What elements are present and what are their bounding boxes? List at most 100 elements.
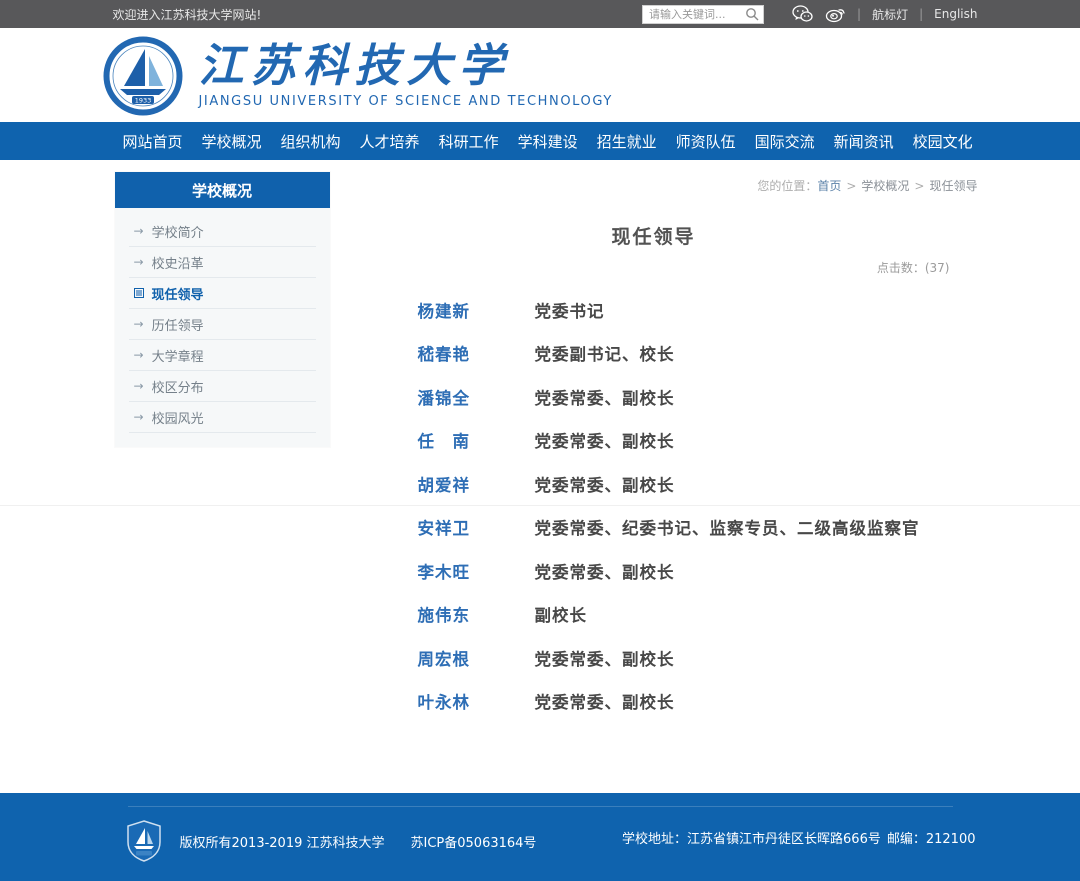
search-input[interactable]	[649, 8, 745, 21]
icp-number: 苏ICP备05063164号	[411, 836, 537, 851]
school-address: 学校地址：江苏省镇江市丹徒区长晖路666号	[622, 832, 881, 847]
leader-role: 党委常委、副校长	[535, 559, 675, 583]
university-name-cn: 江苏科技大学	[199, 41, 613, 91]
leader-role: 党委常委、副校长	[535, 689, 675, 713]
nav-item[interactable]: 学校概况	[202, 131, 262, 152]
welcome-text: 欢迎进入江苏科技大学网站!	[103, 6, 262, 23]
breadcrumb-prefix: 您的位置：	[757, 179, 817, 193]
arrow-icon: →	[134, 224, 144, 238]
weibo-icon[interactable]	[824, 3, 846, 25]
leader-role: 副校长	[535, 602, 588, 626]
sidebar-item-label: 历任领导	[152, 315, 204, 334]
university-name-en: JIANGSU UNIVERSITY OF SCIENCE AND TECHNO…	[199, 94, 613, 109]
nav-item[interactable]: 组织机构	[281, 131, 341, 152]
nav-item[interactable]: 人才培养	[360, 131, 420, 152]
sidebar-header: 学校概况	[115, 172, 330, 208]
page-title: 现任领导	[330, 222, 978, 249]
arrow-icon: →	[134, 410, 144, 424]
main-column: 您的位置：首页>学校概况>现任领导 现任领导 点击数：(37) 杨建新党委书记嵇…	[330, 160, 978, 723]
copyright: 版权所有2013-2019 江苏科技大学	[180, 836, 385, 851]
sidebar-item-4[interactable]: →大学章程	[129, 340, 316, 371]
leader-role: 党委副书记、校长	[535, 341, 675, 365]
sidebar-item-6[interactable]: → 校园风光	[129, 402, 316, 433]
leader-row: 胡爱祥党委常委、副校长	[330, 462, 978, 506]
nav-item[interactable]: 师资队伍	[676, 131, 736, 152]
arrow-icon: →	[134, 255, 144, 269]
main-nav: 网站首页学校概况组织机构人才培养科研工作学科建设招生就业师资队伍国际交流新闻资讯…	[103, 122, 978, 160]
main-nav-bar: 网站首页学校概况组织机构人才培养科研工作学科建设招生就业师资队伍国际交流新闻资讯…	[0, 122, 1080, 160]
leader-role: 党委常委、副校长	[535, 646, 675, 670]
leader-name[interactable]: 周宏根	[418, 646, 535, 670]
copyright-text: 版权所有2013-2019 江苏科技大学 苏ICP备05063164号	[180, 832, 563, 851]
search-icon[interactable]	[745, 7, 759, 21]
institution-badge-icon	[126, 820, 162, 862]
leader-row: 杨建新党委书记	[330, 288, 978, 332]
nav-item[interactable]: 学科建设	[518, 131, 578, 152]
sidebar-item-1[interactable]: → 校史沿革	[129, 247, 316, 278]
leader-name[interactable]: 叶永林	[418, 689, 535, 713]
breadcrumb: 您的位置：首页 > 学校概况 > 现任领导	[330, 160, 978, 194]
leader-name[interactable]: 安祥卫	[418, 515, 535, 539]
leader-role: 党委常委、副校长	[535, 428, 675, 452]
hit-counter: 点击数：(37)	[330, 259, 978, 276]
leader-row: 叶永林党委常委、副校长	[330, 680, 978, 724]
nav-item[interactable]: 校园文化	[913, 131, 973, 152]
sidebar-item-label: 校史沿革	[152, 253, 204, 272]
sidebar-item-label: 大学章程	[152, 346, 204, 365]
leader-name[interactable]: 李木旺	[418, 559, 535, 583]
breadcrumb-separator: >	[914, 179, 924, 193]
hit-counter-label: 点击数：	[877, 261, 925, 275]
breadcrumb-link-2[interactable]: 现任领导	[929, 179, 977, 193]
nav-item[interactable]: 国际交流	[755, 131, 815, 152]
leader-name[interactable]: 施伟东	[418, 602, 535, 626]
sidebar-item-label: 学校简介	[152, 222, 204, 241]
footer-address: 学校地址：江苏省镇江市丹徒区长晖路666号邮编：212100	[616, 828, 977, 847]
footer: 版权所有2013-2019 江苏科技大学 苏ICP备05063164号 学校地址：…	[0, 793, 1080, 881]
sidebar-item-label: 校区分布	[152, 377, 204, 396]
leader-name[interactable]: 胡爱祥	[418, 472, 535, 496]
leader-role: 党委常委、纪委书记、监察专员、二级高级监察官	[535, 515, 920, 539]
leader-role: 党委常委、副校长	[535, 385, 675, 409]
beacon-light-link[interactable]: 航标灯	[872, 6, 908, 23]
arrow-icon: →	[134, 317, 144, 331]
breadcrumb-link-0[interactable]: 首页	[817, 179, 841, 193]
logo-text-block: 江苏科技大学 JIANGSU UNIVERSITY OF SCIENCE AND…	[199, 41, 613, 109]
nav-item[interactable]: 网站首页	[123, 131, 183, 152]
leader-name[interactable]: 嵇春艳	[418, 341, 535, 365]
topbar-divider: |	[857, 7, 861, 21]
leader-role: 党委书记	[535, 298, 605, 322]
sidebar-item-label: 校园风光	[152, 408, 204, 427]
footer-left: 版权所有2013-2019 江苏科技大学 苏ICP备05063164号	[103, 820, 563, 862]
leader-row: 李木旺党委常委、副校长	[330, 549, 978, 593]
leader-row: 任 南党委常委、副校长	[330, 419, 978, 463]
topbar-right: | 航标灯 | English	[642, 3, 977, 25]
arrow-icon: →	[134, 379, 144, 393]
leader-row: 潘锦全党委常委、副校长	[330, 375, 978, 419]
leader-name[interactable]: 任 南	[418, 428, 535, 452]
wechat-icon[interactable]	[791, 3, 813, 25]
sidebar-item-0[interactable]: → 学校简介	[129, 216, 316, 247]
content-area: 学校概况 →学校简介→校史沿革现任领导→历任领导→大学章程→校区分布→校园风光 …	[0, 160, 1080, 793]
leader-row: 施伟东副校长	[330, 593, 978, 637]
search-box	[642, 5, 764, 24]
leader-row: 安祥卫党委常委、纪委书记、监察专员、二级高级监察官	[330, 506, 978, 550]
seal-year: 1933	[134, 97, 151, 105]
sidebar-item-label: 现任领导	[152, 284, 204, 303]
university-seal-icon: 1933	[103, 36, 183, 116]
nav-item[interactable]: 科研工作	[439, 131, 499, 152]
hit-counter-value: (37)	[925, 261, 950, 275]
footer-divider	[128, 806, 953, 807]
nav-item[interactable]: 新闻资讯	[834, 131, 894, 152]
sidebar-item-2[interactable]: 现任领导	[129, 278, 316, 309]
sidebar-item-3[interactable]: → 历任领导	[129, 309, 316, 340]
breadcrumb-separator: >	[846, 179, 856, 193]
nav-item[interactable]: 招生就业	[597, 131, 657, 152]
leader-row: 嵇春艳党委副书记、校长	[330, 332, 978, 376]
site-header: 1933 江苏科技大学 JIANGSU UNIVERSITY OF SCIENC…	[0, 28, 1080, 122]
leader-name[interactable]: 杨建新	[418, 298, 535, 322]
leader-role: 党委常委、副校长	[535, 472, 675, 496]
leader-name[interactable]: 潘锦全	[418, 385, 535, 409]
sidebar-item-5[interactable]: → 校区分布	[129, 371, 316, 402]
english-link[interactable]: English	[934, 7, 977, 21]
breadcrumb-link-1[interactable]: 学校概况	[861, 179, 909, 193]
